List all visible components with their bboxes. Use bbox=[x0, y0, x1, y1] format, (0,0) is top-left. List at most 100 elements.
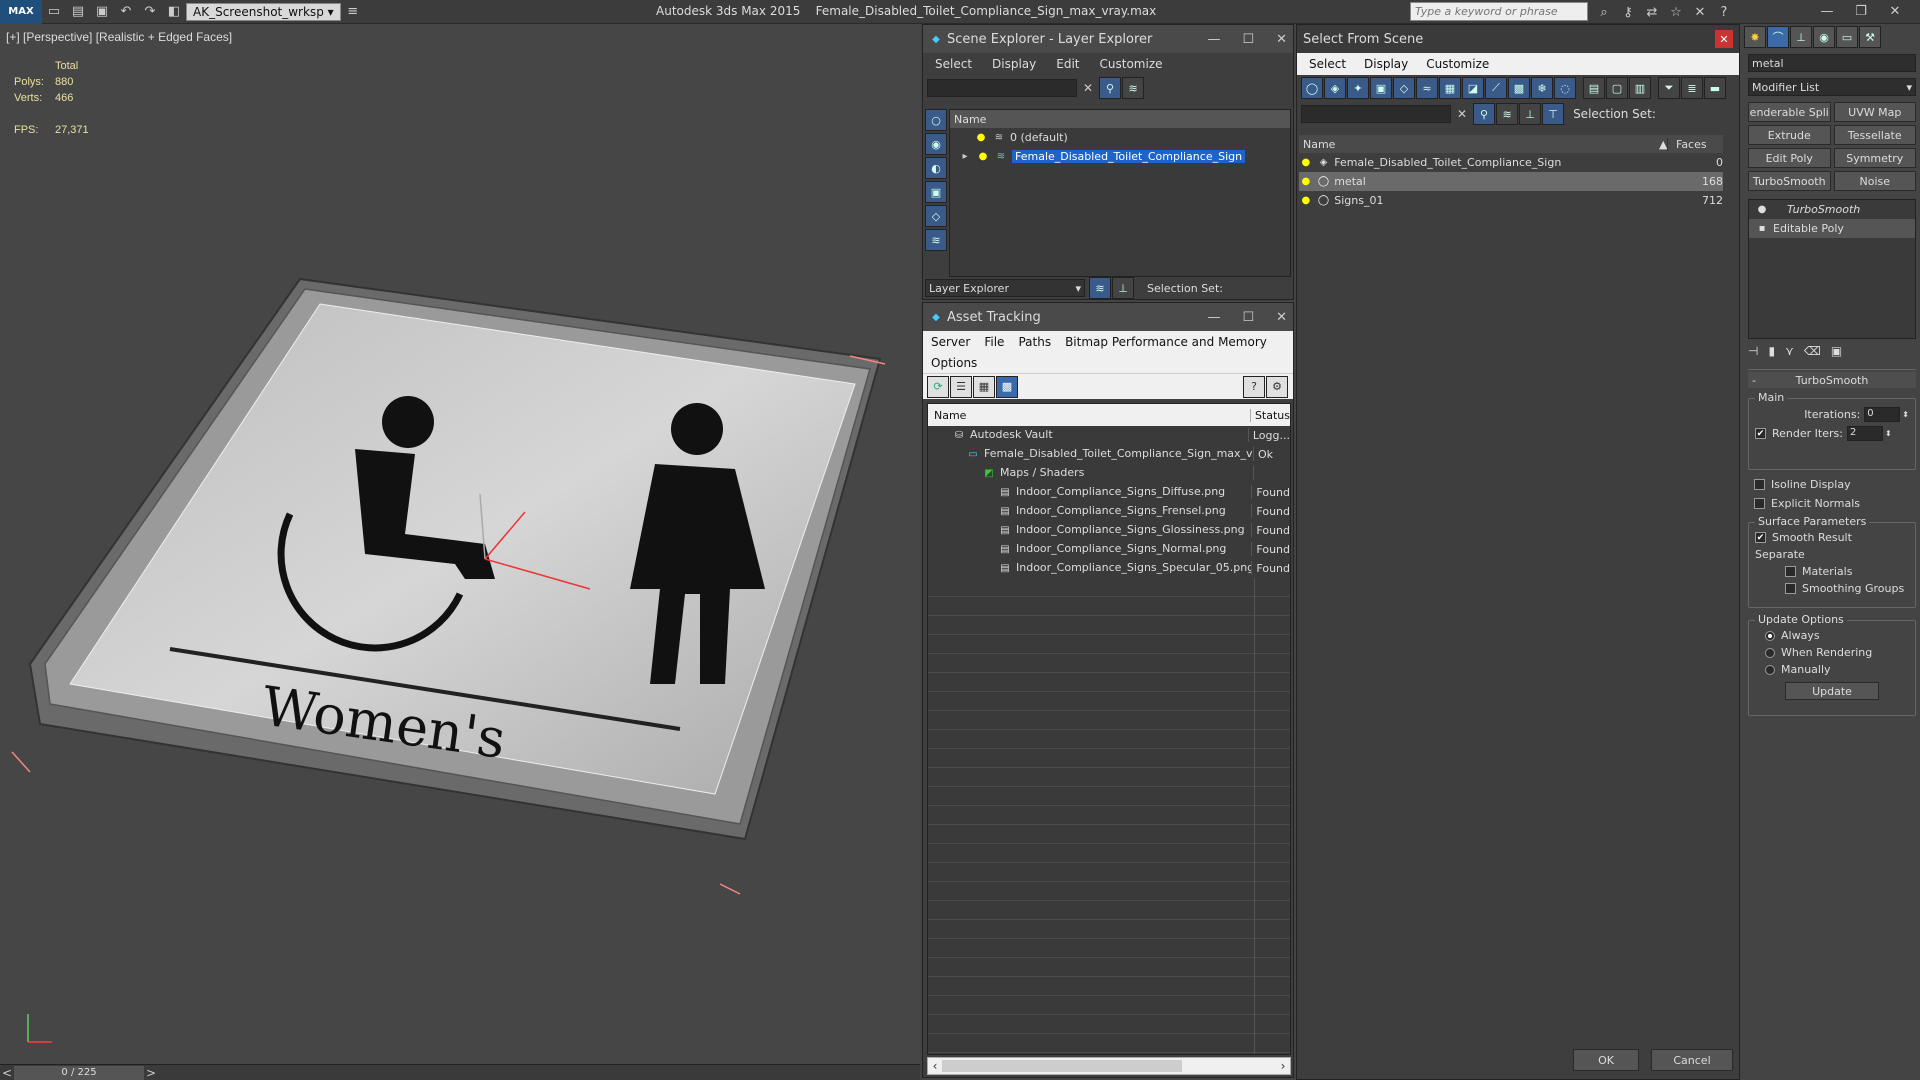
menu-server[interactable]: Server bbox=[931, 335, 970, 349]
hierarchy-icon[interactable]: ≣ bbox=[1681, 77, 1703, 99]
collapse-icon[interactable]: - bbox=[1752, 374, 1756, 387]
display-invert-icon[interactable]: ◐ bbox=[925, 157, 947, 179]
minimize-icon[interactable]: — bbox=[1207, 310, 1220, 325]
menu-options[interactable]: Options bbox=[931, 356, 977, 370]
make-unique-icon[interactable]: ⋎ bbox=[1785, 344, 1794, 358]
render-iters-spinner[interactable]: 2 bbox=[1846, 426, 1883, 441]
renderable-spline-button[interactable]: enderable Spli bbox=[1748, 102, 1831, 122]
search-input[interactable] bbox=[1411, 3, 1587, 20]
scene-object-row[interactable]: ● ◈ Female_Disabled_Toilet_Compliance_Sign… bbox=[1299, 153, 1723, 172]
light-bulb-icon[interactable]: ● bbox=[1299, 194, 1313, 208]
layer-mode-icon[interactable]: ≋ bbox=[1089, 277, 1111, 299]
asset-row[interactable]: ▤ Indoor_Compliance_Signs_Normal.png Found bbox=[928, 540, 1290, 559]
filter-helpers-icon[interactable]: ◇ bbox=[1393, 77, 1415, 99]
filter-cameras-icon[interactable]: ▣ bbox=[1370, 77, 1392, 99]
clear-filter-icon[interactable]: ✕ bbox=[1457, 107, 1467, 121]
close-icon[interactable]: ✕ bbox=[1880, 2, 1910, 20]
create-tab-icon[interactable]: ✸ bbox=[1744, 26, 1766, 48]
smooth-result-checkbox[interactable]: ✔ bbox=[1755, 532, 1766, 543]
filter-funnel-icon[interactable]: ⏷ bbox=[1658, 77, 1680, 99]
close-tools-icon[interactable]: ✕ bbox=[1690, 3, 1710, 21]
light-bulb-icon[interactable]: ● bbox=[976, 150, 990, 164]
stack-item-editable-poly[interactable]: ▪ Editable Poly bbox=[1749, 219, 1915, 238]
settings-icon[interactable]: ⚙ bbox=[1266, 375, 1288, 398]
layer-tool-icon[interactable]: ≋ bbox=[1496, 103, 1519, 125]
scene-filter-input[interactable] bbox=[927, 79, 1077, 97]
spinner-arrows-icon[interactable]: ⬍ bbox=[1885, 429, 1892, 438]
new-file-icon[interactable]: ▭ bbox=[44, 3, 64, 21]
display-layers-icon[interactable]: ≋ bbox=[925, 229, 947, 251]
menu-icon[interactable]: ≡ bbox=[343, 3, 363, 21]
smoothing-groups-checkbox[interactable] bbox=[1785, 583, 1796, 594]
display-geometry-icon[interactable]: ▣ bbox=[925, 181, 947, 203]
scene-object-row[interactable]: ● ◯ Signs_01 712 bbox=[1299, 191, 1723, 210]
asset-row[interactable]: ▤ Indoor_Compliance_Signs_Specular_05.png… bbox=[928, 559, 1290, 578]
help-icon[interactable]: ? bbox=[1243, 375, 1265, 398]
iterations-spinner[interactable]: 0 bbox=[1864, 407, 1901, 422]
filter-shapes-icon[interactable]: ◈ bbox=[1324, 77, 1346, 99]
asset-row[interactable]: ⛁ Autodesk Vault Logg... bbox=[928, 426, 1290, 445]
clear-filter-icon[interactable]: ✕ bbox=[1083, 81, 1093, 95]
options-icon[interactable]: ▬ bbox=[1704, 77, 1726, 99]
display-shapes-icon[interactable]: ◇ bbox=[925, 205, 947, 227]
uvw-map-button[interactable]: UVW Map bbox=[1833, 102, 1916, 122]
light-bulb-icon[interactable]: ● bbox=[1299, 156, 1313, 170]
filter-hidden-icon[interactable]: ◌ bbox=[1554, 77, 1576, 99]
expand-icon[interactable]: ▸ bbox=[958, 150, 972, 164]
close-icon[interactable]: ✕ bbox=[1276, 32, 1287, 47]
expand-icon[interactable]: ▪ bbox=[1755, 222, 1769, 236]
workspace-dropdown[interactable]: AK_Screenshot_wrksp ▾ bbox=[186, 2, 341, 21]
maximize-icon[interactable]: ☐ bbox=[1242, 310, 1254, 325]
col-faces[interactable]: Faces bbox=[1667, 137, 1707, 151]
close-icon[interactable]: ✕ bbox=[1276, 310, 1287, 325]
asset-row[interactable]: ▤ Indoor_Compliance_Signs_Glossiness.png F… bbox=[928, 521, 1290, 540]
scene-object-row[interactable]: ● ◯ metal 168 bbox=[1299, 172, 1723, 191]
asset-row[interactable]: ▤ Indoor_Compliance_Signs_Frensel.png Foun… bbox=[928, 502, 1290, 521]
pin-stack-icon[interactable]: ⊣ bbox=[1748, 344, 1758, 358]
light-bulb-icon[interactable]: ● bbox=[974, 131, 988, 145]
object-name-input[interactable]: metal bbox=[1748, 54, 1916, 72]
maximize-icon[interactable]: ☐ bbox=[1242, 32, 1254, 47]
hierarchy-mode-icon[interactable]: ⊥ bbox=[1112, 277, 1134, 299]
star-icon[interactable]: ☆ bbox=[1666, 3, 1686, 21]
stack-item-turbosmooth[interactable]: ● TurboSmooth bbox=[1749, 200, 1915, 219]
perspective-viewport[interactable]: [+] [Perspective] [Realistic + Edged Fac… bbox=[0, 24, 920, 1064]
cancel-button[interactable]: Cancel bbox=[1651, 1049, 1733, 1071]
remove-modifier-icon[interactable]: ⌫ bbox=[1804, 344, 1821, 358]
prev-frame-icon[interactable]: < bbox=[0, 1066, 14, 1080]
next-frame-icon[interactable]: > bbox=[144, 1066, 158, 1080]
binoculars-icon[interactable]: ⌕ bbox=[1594, 3, 1614, 21]
light-bulb-icon[interactable]: ● bbox=[1299, 175, 1313, 189]
filter-icon[interactable]: ⚲ bbox=[1473, 103, 1496, 125]
menu-display[interactable]: Display bbox=[992, 57, 1036, 71]
explorer-type-dropdown[interactable]: Layer Explorer ▾ bbox=[925, 279, 1085, 297]
asset-row[interactable]: ▭ Female_Disabled_Toilet_Compliance_Sign_… bbox=[928, 445, 1290, 464]
explicit-normals-checkbox[interactable] bbox=[1754, 498, 1765, 509]
select-scene-filter-input[interactable] bbox=[1301, 105, 1451, 123]
edit-poly-button[interactable]: Edit Poly bbox=[1748, 148, 1831, 168]
col-name[interactable]: Name bbox=[1299, 138, 1659, 151]
scroll-left-icon[interactable]: ‹ bbox=[928, 1059, 942, 1073]
isoline-display-checkbox[interactable] bbox=[1754, 479, 1765, 490]
show-end-result-icon[interactable]: ▮ bbox=[1768, 344, 1775, 358]
turbosmooth-button[interactable]: TurboSmooth bbox=[1748, 171, 1831, 191]
layer-tree-header[interactable]: Name bbox=[950, 110, 1290, 128]
menu-file[interactable]: File bbox=[984, 335, 1004, 349]
filter-icon[interactable]: ⚲ bbox=[1099, 77, 1122, 99]
filter-geometry-icon[interactable]: ◯ bbox=[1301, 77, 1323, 99]
motion-tab-icon[interactable]: ◉ bbox=[1813, 26, 1835, 48]
filter-containers-icon[interactable]: ▩ bbox=[1508, 77, 1530, 99]
layer-row[interactable]: ▸ ● ≋ Female_Disabled_Toilet_Compliance_Sig… bbox=[950, 147, 1290, 166]
rollout-title[interactable]: - TurboSmooth bbox=[1748, 372, 1916, 388]
exchange-icon[interactable]: ⇄ bbox=[1642, 3, 1662, 21]
asset-hscrollbar[interactable]: ‹ › bbox=[927, 1057, 1291, 1075]
layer-row[interactable]: ● ≋ 0 (default) bbox=[950, 128, 1290, 147]
light-bulb-icon[interactable]: ● bbox=[1755, 203, 1769, 217]
filter-bones-icon[interactable]: ⟋ bbox=[1485, 77, 1507, 99]
search-box[interactable] bbox=[1410, 2, 1588, 21]
hierarchy-tab-icon[interactable]: ⊥ bbox=[1790, 26, 1812, 48]
when-rendering-radio[interactable] bbox=[1765, 647, 1775, 658]
render-iters-checkbox[interactable]: ✔ bbox=[1755, 428, 1766, 439]
select-all-icon[interactable]: ▤ bbox=[1583, 77, 1605, 99]
filter-groups-icon[interactable]: ▦ bbox=[1439, 77, 1461, 99]
